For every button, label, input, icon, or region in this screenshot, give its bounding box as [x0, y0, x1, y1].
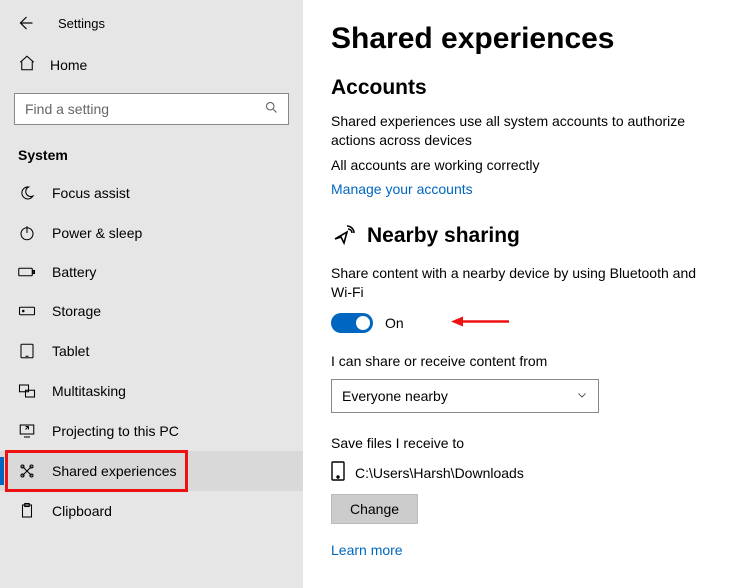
clipboard-icon — [18, 502, 36, 520]
sidebar-item-power-sleep[interactable]: Power & sleep — [0, 213, 303, 253]
page-title: Shared experiences — [331, 22, 708, 56]
sidebar-item-label: Focus assist — [52, 185, 130, 201]
page-content: Shared experiences Accounts Shared exper… — [303, 0, 734, 588]
shared-experiences-icon — [18, 462, 36, 480]
change-button[interactable]: Change — [331, 494, 418, 524]
back-icon[interactable] — [16, 14, 34, 32]
section-accounts-heading: Accounts — [331, 76, 708, 100]
sidebar-item-label: Storage — [52, 303, 101, 319]
power-icon — [18, 224, 36, 242]
home-icon — [18, 54, 36, 75]
sidebar-item-label: Tablet — [52, 343, 89, 359]
sidebar-item-projecting[interactable]: Projecting to this PC — [0, 411, 303, 451]
accounts-description: Shared experiences use all system accoun… — [331, 112, 708, 150]
battery-icon — [18, 265, 36, 279]
sidebar-item-label: Clipboard — [52, 503, 112, 519]
multitasking-icon — [18, 382, 36, 400]
nearby-sharing-toggle[interactable] — [331, 313, 373, 333]
section-nearby-heading: Nearby sharing — [367, 224, 520, 248]
sidebar-item-label: Home — [50, 57, 87, 73]
sidebar-item-label: Battery — [52, 264, 96, 280]
sidebar-item-label: Projecting to this PC — [52, 423, 179, 439]
save-path-value: C:\Users\Harsh\Downloads — [355, 465, 524, 481]
search-input[interactable] — [14, 93, 289, 125]
device-icon — [331, 461, 345, 484]
annotation-arrow — [451, 314, 511, 333]
sidebar-item-tablet[interactable]: Tablet — [0, 331, 303, 371]
receive-from-select[interactable]: Everyone nearby — [331, 379, 599, 413]
projecting-icon — [18, 422, 36, 440]
storage-icon — [18, 302, 36, 320]
sidebar-item-label: Shared experiences — [52, 463, 177, 479]
save-files-label: Save files I receive to — [331, 435, 708, 451]
sidebar-item-battery[interactable]: Battery — [0, 253, 303, 291]
sidebar-item-label: Power & sleep — [52, 225, 142, 241]
sidebar-section-system: System — [0, 139, 303, 173]
receive-from-label: I can share or receive content from — [331, 353, 708, 369]
settings-sidebar: Settings Home System Focus assist — [0, 0, 303, 588]
select-value: Everyone nearby — [342, 388, 448, 404]
sidebar-item-multitasking[interactable]: Multitasking — [0, 371, 303, 411]
chevron-down-icon — [576, 388, 588, 404]
manage-accounts-link[interactable]: Manage your accounts — [331, 181, 473, 197]
nearby-sharing-icon — [331, 223, 355, 250]
moon-icon — [18, 184, 36, 202]
nearby-description: Share content with a nearby device by us… — [331, 264, 708, 302]
window-title: Settings — [58, 16, 105, 31]
sidebar-item-storage[interactable]: Storage — [0, 291, 303, 331]
sidebar-item-label: Multitasking — [52, 383, 126, 399]
tablet-icon — [18, 342, 36, 360]
sidebar-item-home[interactable]: Home — [0, 44, 303, 85]
toggle-state-label: On — [385, 315, 404, 331]
sidebar-item-clipboard[interactable]: Clipboard — [0, 491, 303, 531]
learn-more-link[interactable]: Learn more — [331, 542, 403, 558]
accounts-status: All accounts are working correctly — [331, 156, 708, 175]
sidebar-item-focus-assist[interactable]: Focus assist — [0, 173, 303, 213]
sidebar-item-shared-experiences[interactable]: Shared experiences — [0, 451, 303, 491]
